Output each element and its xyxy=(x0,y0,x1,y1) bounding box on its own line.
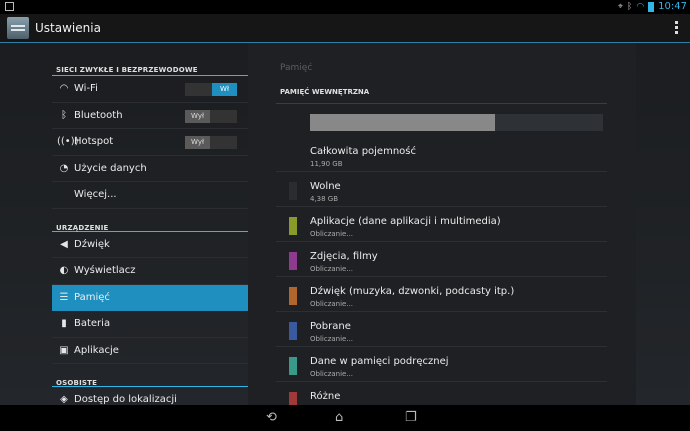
color-swatch xyxy=(289,357,297,375)
battery-status-icon xyxy=(648,2,655,12)
apps-icon: ▣ xyxy=(59,344,69,356)
section-header-internal-storage: PAMIĘĆ WEWNĘTRZNA xyxy=(276,88,607,104)
wifi-icon: ◠ xyxy=(59,83,69,95)
sidebar-item-wifi[interactable]: ◠ Wi-Fi Wł xyxy=(52,76,248,103)
sidebar-item-label: Użycie danych xyxy=(74,162,147,174)
storage-panel: Pamięć PAMIĘĆ WEWNĘTRZNA Całkowita pojem… xyxy=(248,43,636,417)
bluetooth-status-icon: ᛒ xyxy=(626,2,633,12)
sidebar-item-apps[interactable]: ▣ Aplikacje xyxy=(52,338,248,364)
sidebar-item-sound[interactable]: ◀ Dźwięk xyxy=(52,232,248,258)
hotspot-icon: ((•)) xyxy=(57,136,79,148)
item-value: Obliczanie... xyxy=(310,300,354,308)
bluetooth-toggle[interactable]: Wył xyxy=(185,109,237,123)
location-status-icon: ⌖ xyxy=(617,2,623,12)
content: SIECI ZWYKŁE I BEZPRZEWODOWE ◠ Wi-Fi Wł … xyxy=(0,43,690,417)
location-icon: ◈ xyxy=(60,394,68,406)
item-title: Całkowita pojemność xyxy=(310,146,416,157)
color-swatch xyxy=(289,322,297,340)
item-value: Obliczanie... xyxy=(310,230,354,238)
storage-item-cache[interactable]: Dane w pamięci podręcznej Obliczanie... xyxy=(276,347,607,382)
hotspot-toggle[interactable]: Wył xyxy=(185,136,237,149)
item-title: Dźwięk (muzyka, dzwonki, podcasty itp.) xyxy=(310,286,515,297)
sidebar-item-label: Pamięć xyxy=(74,291,110,303)
storage-item-total[interactable]: Całkowita pojemność 11,90 GB xyxy=(276,137,607,172)
wifi-status-icon: ◠ xyxy=(636,2,645,12)
sidebar-item-label: Aplikacje xyxy=(74,344,119,356)
settings-app-icon[interactable] xyxy=(7,17,29,39)
panel-title: Pamięć xyxy=(280,63,313,73)
sidebar-item-label: Bluetooth xyxy=(74,109,123,121)
item-value: 4,38 GB xyxy=(310,195,339,203)
sidebar-item-hotspot[interactable]: ((•)) Hotspot Wył xyxy=(52,129,248,156)
data-usage-icon: ◔ xyxy=(59,162,69,174)
sidebar-item-label: Bateria xyxy=(74,318,111,330)
storage-item-downloads[interactable]: Pobrane Obliczanie... xyxy=(276,312,607,347)
app-title: Ustawienia xyxy=(35,21,101,35)
sidebar-item-label: Wyświetlacz xyxy=(74,265,136,277)
section-header-personal: OSOBISTE xyxy=(52,364,248,387)
sidebar-item-display[interactable]: ◐ Wyświetlacz xyxy=(52,258,248,285)
storage-item-photos[interactable]: Zdjęcia, filmy Obliczanie... xyxy=(276,242,607,277)
item-value: Obliczanie... xyxy=(310,335,354,343)
storage-item-audio[interactable]: Dźwięk (muzyka, dzwonki, podcasty itp.) … xyxy=(276,277,607,312)
color-swatch xyxy=(289,287,297,305)
color-swatch xyxy=(289,182,297,200)
sidebar-item-battery[interactable]: ▮ Bateria xyxy=(52,311,248,338)
section-header-device: URZĄDZENIE xyxy=(52,209,248,232)
settings-sidebar: SIECI ZWYKŁE I BEZPRZEWODOWE ◠ Wi-Fi Wł … xyxy=(52,43,248,414)
overflow-menu-icon[interactable] xyxy=(675,21,678,36)
storage-icon: ☰ xyxy=(59,291,69,303)
sidebar-item-data-usage[interactable]: ◔ Użycie danych xyxy=(52,156,248,182)
item-title: Pobrane xyxy=(310,321,351,332)
sidebar-item-label: Dostęp do lokalizacji xyxy=(74,394,177,406)
color-swatch xyxy=(289,252,297,270)
sidebar-item-bluetooth[interactable]: ᛒ Bluetooth Wył xyxy=(52,103,248,129)
gallery-notification-icon xyxy=(5,2,14,11)
item-value: 11,90 GB xyxy=(310,160,343,168)
storage-item-free[interactable]: Wolne 4,38 GB xyxy=(276,172,607,207)
action-bar: Ustawienia xyxy=(0,14,690,43)
storage-usage-bar xyxy=(310,114,603,131)
storage-usage-fill xyxy=(310,114,495,131)
storage-item-apps[interactable]: Aplikacje (dane aplikacji i multimedia) … xyxy=(276,207,607,242)
bluetooth-icon: ᛒ xyxy=(61,109,67,121)
sidebar-item-label: Więcej... xyxy=(74,189,117,201)
item-value: Obliczanie... xyxy=(310,370,354,378)
sidebar-item-label: Wi-Fi xyxy=(74,83,98,95)
color-swatch xyxy=(289,217,297,235)
battery-icon: ▮ xyxy=(61,318,67,330)
item-title: Zdjęcia, filmy xyxy=(310,251,378,262)
sound-icon: ◀ xyxy=(60,238,68,250)
back-icon[interactable]: ⟲ xyxy=(266,409,277,426)
wifi-toggle[interactable]: Wł xyxy=(185,83,237,96)
item-title: Wolne xyxy=(310,181,341,192)
item-title: Różne xyxy=(310,391,341,402)
storage-items: Całkowita pojemność 11,90 GB Wolne 4,38 … xyxy=(276,137,607,417)
section-header-wireless: SIECI ZWYKŁE I BEZPRZEWODOWE xyxy=(52,43,248,76)
item-title: Aplikacje (dane aplikacji i multimedia) xyxy=(310,216,501,227)
clock: 10:47 xyxy=(658,1,687,12)
item-title: Dane w pamięci podręcznej xyxy=(310,356,449,367)
navigation-bar: ⟲ ⌂ ❐ xyxy=(0,405,690,431)
status-bar: ⌖ ᛒ ◠ 10:47 xyxy=(0,0,690,14)
sidebar-item-label: Dźwięk xyxy=(74,238,110,250)
sidebar-item-storage[interactable]: ☰ Pamięć xyxy=(52,284,248,311)
display-icon: ◐ xyxy=(59,265,69,277)
sidebar-item-label: Hotspot xyxy=(74,136,114,148)
sidebar-item-more[interactable]: Więcej... xyxy=(52,182,248,209)
item-value: Obliczanie... xyxy=(310,265,354,273)
home-icon[interactable]: ⌂ xyxy=(335,409,343,426)
recents-icon[interactable]: ❐ xyxy=(405,409,417,426)
